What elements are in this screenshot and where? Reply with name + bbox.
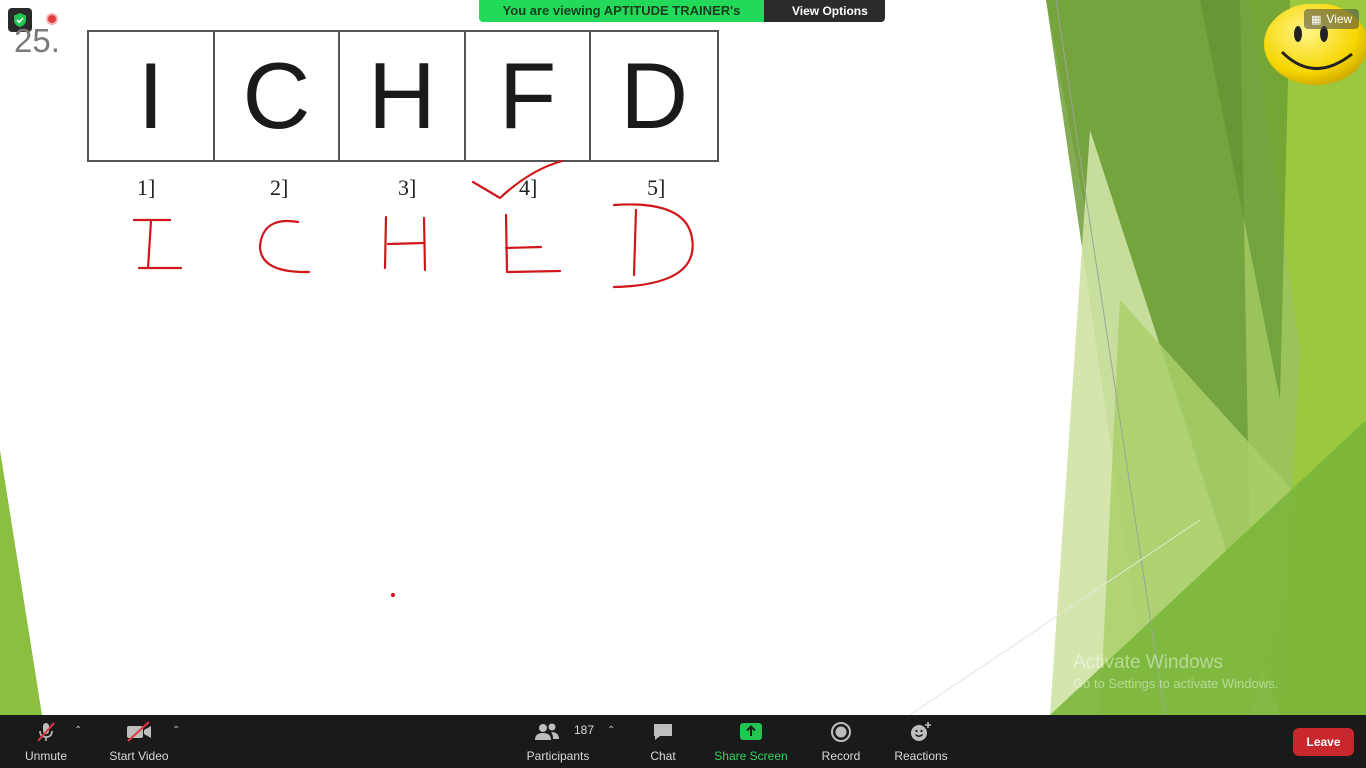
- chevron-up-icon[interactable]: ⌃: [607, 725, 615, 736]
- unmute-button[interactable]: Unmute: [20, 715, 72, 768]
- muted-microphone-icon: [34, 715, 58, 749]
- grid-view-icon: ▦: [1311, 13, 1322, 26]
- participants-icon: [534, 715, 560, 749]
- meeting-toolbar: Unmute ⌃ Start Video ⌃ Participants 187 …: [0, 715, 1366, 768]
- view-options-label: View Options: [792, 4, 868, 18]
- leave-button[interactable]: Leave: [1293, 728, 1354, 756]
- watermark-title: Activate Windows: [1073, 652, 1223, 673]
- share-screen-button[interactable]: Share Screen: [713, 715, 789, 768]
- handwritten-letter-d: [612, 203, 694, 289]
- video-off-icon: [125, 715, 153, 749]
- handwritten-letter-i: [132, 218, 183, 270]
- shared-screen: 25. I C H F D 1] 2] 3] 4] 5] You are vie…: [0, 0, 1366, 715]
- reactions-button[interactable]: Reactions: [893, 715, 949, 768]
- record-icon: [830, 715, 852, 749]
- share-screen-label: Share Screen: [714, 749, 788, 763]
- reactions-label: Reactions: [894, 749, 948, 763]
- chat-label: Chat: [650, 749, 676, 763]
- watermark-subtitle: Go to Settings to activate Windows.: [1073, 676, 1279, 691]
- handwritten-annotations: [132, 159, 694, 598]
- checkmark-stroke: [471, 159, 564, 200]
- view-button[interactable]: ▦ View: [1304, 9, 1360, 29]
- start-video-button[interactable]: Start Video: [106, 715, 172, 768]
- chat-icon: [652, 715, 674, 749]
- unmute-label: Unmute: [24, 749, 68, 763]
- participant-count: 187: [574, 723, 595, 737]
- screen-share-banner: You are viewing APTITUDE TRAINER's scree…: [479, 0, 885, 22]
- start-video-label: Start Video: [109, 749, 169, 763]
- view-options-button[interactable]: View Options ⌄: [764, 0, 885, 22]
- handwritten-letter-e: [504, 213, 562, 274]
- handwritten-letter-c: [258, 219, 311, 274]
- ink-dot: [390, 592, 396, 598]
- chevron-up-icon[interactable]: ⌃: [74, 725, 82, 736]
- activate-windows-watermark: Activate Windows Go to Settings to activ…: [1073, 652, 1278, 691]
- chevron-up-icon[interactable]: ⌃: [172, 725, 180, 736]
- chevron-down-icon: ⌄: [796, 21, 804, 22]
- view-button-label: View: [1326, 12, 1353, 26]
- share-banner-text: You are viewing APTITUDE TRAINER's scree…: [479, 0, 764, 22]
- record-button[interactable]: Record: [818, 715, 864, 768]
- share-screen-icon: [739, 715, 763, 749]
- record-label: Record: [821, 749, 861, 763]
- reactions-icon: [909, 715, 933, 749]
- participants-label: Participants: [526, 749, 590, 763]
- chat-button[interactable]: Chat: [643, 715, 683, 768]
- handwritten-letter-h: [383, 215, 427, 272]
